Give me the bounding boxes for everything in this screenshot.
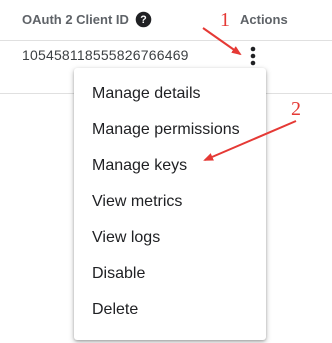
menu-item-delete[interactable]: Delete <box>74 292 266 328</box>
help-icon[interactable]: ? <box>135 11 152 28</box>
actions-column-header: Actions <box>240 12 288 27</box>
client-id-value: 105458118555826766469 <box>22 47 189 63</box>
menu-item-manage-keys[interactable]: Manage keys <box>74 148 266 184</box>
menu-item-manage-details[interactable]: Manage details <box>74 76 266 112</box>
menu-item-view-metrics[interactable]: View metrics <box>74 184 266 220</box>
actions-menu: Manage details Manage permissions Manage… <box>74 68 266 340</box>
annotation-step-2: 2 <box>291 98 301 120</box>
more-vert-icon[interactable] <box>242 44 264 68</box>
menu-item-manage-permissions[interactable]: Manage permissions <box>74 112 266 148</box>
client-id-column-header: OAuth 2 Client ID <box>22 12 129 27</box>
svg-text:?: ? <box>140 14 146 26</box>
table-header: OAuth 2 Client ID ? Actions <box>0 0 332 41</box>
menu-item-view-logs[interactable]: View logs <box>74 220 266 256</box>
annotation-step-1: 1 <box>220 9 230 31</box>
menu-item-disable[interactable]: Disable <box>74 256 266 292</box>
